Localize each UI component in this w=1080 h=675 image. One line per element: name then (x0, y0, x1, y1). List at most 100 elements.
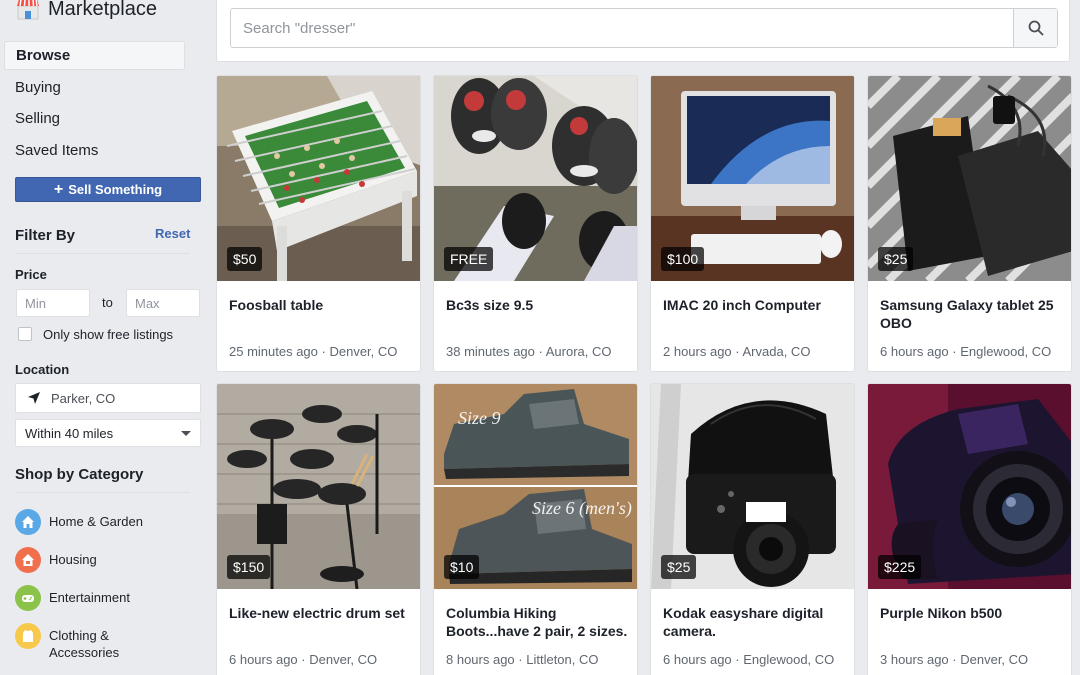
price-tag: FREE (444, 247, 494, 271)
free-listings-label: Only show free listings (43, 327, 174, 342)
brand[interactable]: Marketplace (16, 0, 157, 24)
free-listings-checkbox[interactable] (18, 327, 32, 341)
listing-time: 6 hours ago (229, 652, 298, 667)
category-label: Clothing & Accessories (49, 628, 120, 660)
listing-card[interactable]: $25 Kodak easyshare digital camera. 6 ho… (650, 383, 855, 675)
listing-photo-samsung-tablet: $25 (868, 76, 1071, 281)
listing-location: Aurora, CO (545, 344, 612, 359)
divider (15, 492, 190, 493)
listing-photo-nikon-camera: $225 (868, 384, 1071, 589)
listing-time: 38 minutes ago (446, 344, 535, 359)
listing-card[interactable]: FREE Bc3s size 9.5 38 minutes ago · Auro… (433, 75, 638, 372)
listing-location: Denver, CO (309, 652, 378, 667)
meta-separator: · (297, 652, 310, 667)
sell-something-label: Sell Something (68, 182, 163, 197)
meta-separator: · (731, 344, 743, 359)
category-clothing-accessories[interactable]: Clothing & Accessories (15, 623, 169, 661)
price-tag: $25 (878, 247, 914, 271)
storefront-icon (17, 0, 39, 20)
listing-location: Denver, CO (329, 344, 398, 359)
location-value: Parker, CO (51, 390, 116, 406)
listing-card[interactable]: $25 Samsung Galaxy tablet 25 OBO 6 hours… (867, 75, 1072, 372)
location-label: Location (15, 362, 70, 377)
listing-meta: 3 hours ago · Denver, CO (880, 652, 1028, 667)
listing-card[interactable]: Size 9 Size 6 (men's) $10 Columbia Hikin… (433, 383, 638, 675)
listing-title: Bc3s size 9.5 (446, 297, 534, 313)
reset-link[interactable]: Reset (155, 226, 190, 241)
sell-something-button[interactable]: + Sell Something (15, 177, 201, 202)
nav-saved-items[interactable]: Saved Items (4, 136, 185, 165)
min-price-input[interactable] (16, 289, 90, 317)
listing-photo-imac: $100 (651, 76, 854, 281)
listing-photo-kodak-camera: $25 (651, 384, 854, 589)
distance-value: Within 40 miles (25, 425, 114, 441)
listing-location: Englewood, CO (743, 652, 835, 667)
photo-caption: Size 6 (men's) (532, 498, 632, 519)
meta-separator: · (317, 344, 330, 359)
listing-location: Littleton, CO (526, 652, 599, 667)
listing-meta: 8 hours ago · Littleton, CO (446, 652, 599, 667)
listing-meta: 6 hours ago · Englewood, CO (663, 652, 834, 667)
category-entertainment[interactable]: Entertainment (15, 585, 169, 611)
listing-meta: 6 hours ago · Denver, CO (229, 652, 377, 667)
listing-title: Foosball table (229, 297, 324, 313)
to-label: to (102, 295, 113, 310)
listing-title: Samsung Galaxy tablet 25 OBO (880, 297, 1054, 331)
category-label: Entertainment (49, 590, 130, 605)
location-input[interactable]: Parker, CO (15, 383, 201, 413)
nav-browse[interactable]: Browse (4, 41, 185, 70)
listing-photo-sneakers: FREE (434, 76, 637, 281)
category-home-garden[interactable]: Home & Garden (15, 509, 169, 535)
filter-by-heading: Filter By (15, 227, 76, 244)
nav-buying[interactable]: Buying (4, 73, 185, 102)
nav-selling[interactable]: Selling (4, 104, 185, 133)
listing-time: 8 hours ago (446, 652, 515, 667)
listing-photo-drum-set: $150 (217, 384, 420, 589)
listing-photo-foosball-table: $50 (217, 76, 420, 281)
listing-location: Denver, CO (960, 652, 1029, 667)
category-label: Housing (49, 552, 97, 567)
price-label: Price (15, 267, 47, 282)
page-title: Marketplace (48, 0, 157, 20)
listing-title: Kodak easyshare digital camera. (663, 605, 824, 639)
sidebar: Marketplace Browse Buying Selling Saved … (0, 0, 206, 675)
max-price-input[interactable] (126, 289, 200, 317)
search-bar (230, 8, 1058, 48)
listing-title: Columbia Hiking Boots...have 2 pair, 2 s… (446, 605, 628, 639)
meta-separator: · (731, 652, 744, 667)
price-tag: $225 (878, 555, 922, 579)
listing-title: Like-new electric drum set (229, 605, 405, 621)
photo-caption: Size 9 (458, 408, 501, 428)
listing-time: 6 hours ago (880, 344, 949, 359)
search-button[interactable] (1013, 9, 1057, 47)
listing-meta: 6 hours ago · Englewood, CO (880, 344, 1051, 359)
housing-icon (15, 547, 41, 573)
listing-card[interactable]: $150 Like-new electric drum set 6 hours … (216, 383, 421, 675)
category-housing[interactable]: Housing (15, 547, 169, 573)
divider (15, 253, 190, 254)
chevron-down-icon (181, 430, 191, 436)
meta-separator: · (948, 652, 961, 667)
entertainment-icon (15, 585, 41, 611)
meta-separator: · (514, 652, 527, 667)
price-tag: $10 (444, 555, 480, 579)
category-label: Home & Garden (49, 514, 143, 529)
price-tag: $100 (661, 247, 705, 271)
listing-time: 25 minutes ago (229, 344, 318, 359)
meta-separator: · (534, 344, 546, 359)
listing-card[interactable]: $225 Purple Nikon b500 3 hours ago · Den… (867, 383, 1072, 675)
price-tag: $50 (227, 247, 263, 271)
listing-meta: 25 minutes ago · Denver, CO (229, 344, 397, 359)
listing-location: Englewood, CO (960, 344, 1052, 359)
listing-card[interactable]: $50 Foosball table 25 minutes ago · Denv… (216, 75, 421, 372)
meta-separator: · (948, 344, 961, 359)
listing-time: 2 hours ago (663, 344, 732, 359)
distance-select[interactable]: Within 40 miles (15, 419, 201, 447)
listing-title: Purple Nikon b500 (880, 605, 1003, 621)
search-input[interactable] (231, 9, 1013, 47)
search-icon (1028, 20, 1043, 36)
plus-icon: + (53, 180, 64, 198)
listing-card[interactable]: $100 IMAC 20 inch Computer 2 hours ago ·… (650, 75, 855, 372)
price-tag: $25 (661, 555, 697, 579)
listing-photo-hiking-boots: Size 9 Size 6 (men's) $10 (434, 384, 637, 589)
